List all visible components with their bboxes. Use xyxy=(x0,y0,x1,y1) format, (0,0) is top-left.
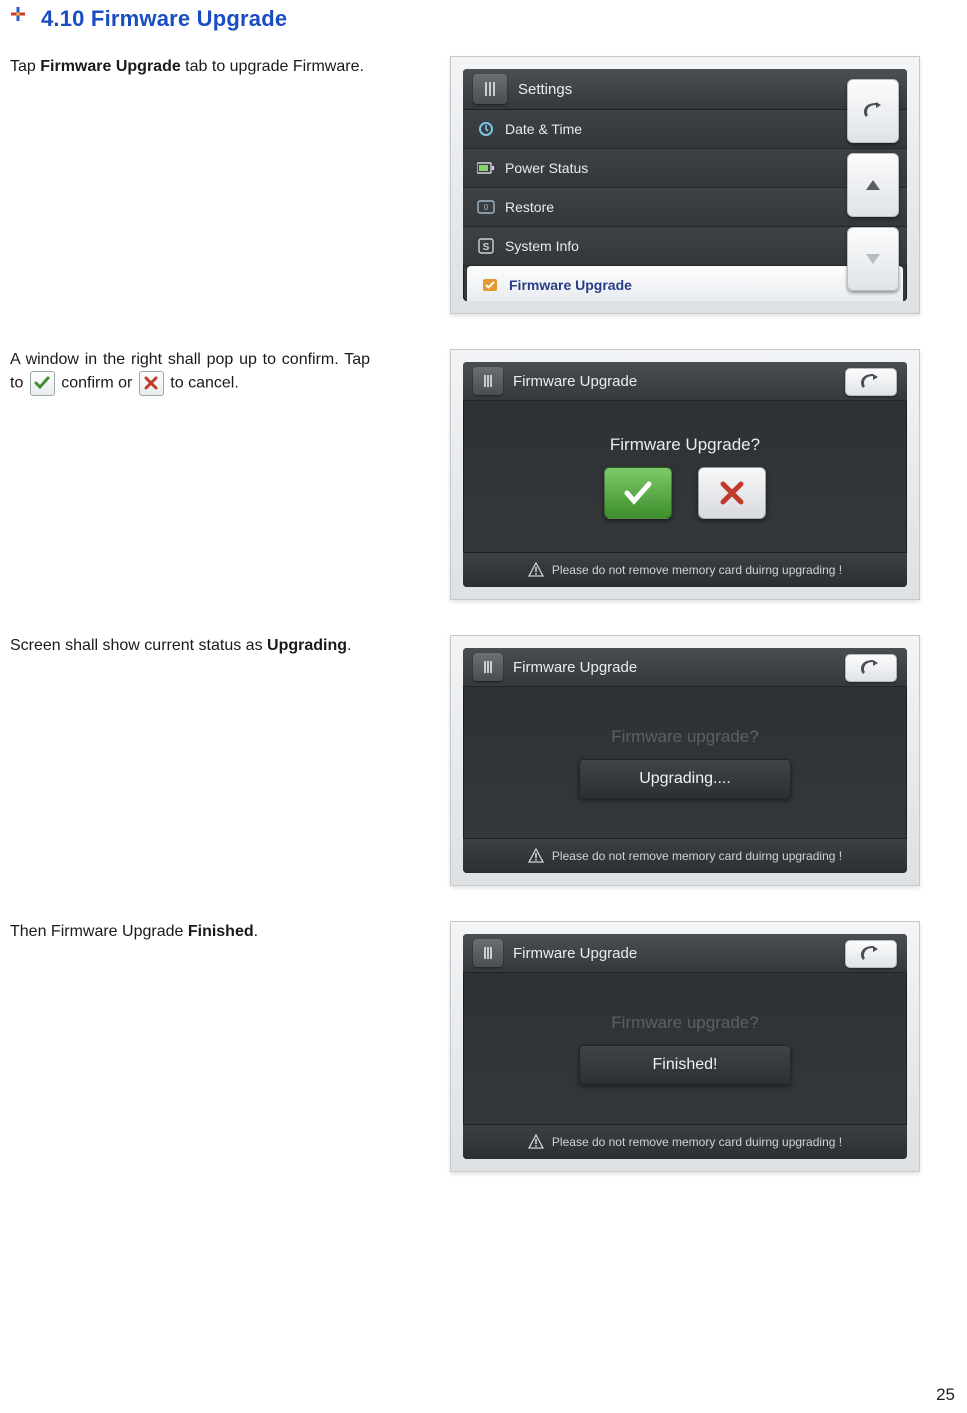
screenshot-confirm-dialog: Firmware Upgrade Firmware Upgrade? xyxy=(450,349,920,600)
dialog-question-faded: Firmware upgrade? xyxy=(611,727,758,747)
clock-icon xyxy=(477,120,495,138)
menu-item-restore[interactable]: 0 Restore xyxy=(463,188,907,227)
warning-icon xyxy=(528,562,544,578)
dialog-question: Firmware Upgrade? xyxy=(610,435,760,455)
dialog-footer: Please do not remove memory card duirng … xyxy=(463,838,907,873)
dialog-question-faded: Firmware upgrade? xyxy=(611,1013,758,1033)
restore-icon: 0 xyxy=(477,198,495,216)
firmware-upgrade-icon xyxy=(481,276,499,294)
menu-item-power-status[interactable]: Power Status xyxy=(463,149,907,188)
confirm-button[interactable] xyxy=(604,467,672,519)
system-info-icon: S xyxy=(477,237,495,255)
menu-item-date-time[interactable]: Date & Time xyxy=(463,110,907,149)
menu-item-firmware-upgrade[interactable]: Firmware Upgrade xyxy=(467,266,903,301)
back-button[interactable] xyxy=(845,368,897,396)
status-finished: Finished! xyxy=(579,1045,791,1085)
step3-text: Screen shall show current status as Upgr… xyxy=(10,635,370,886)
cancel-icon xyxy=(139,371,164,396)
dialog-header: Firmware Upgrade xyxy=(463,362,907,401)
screenshot-settings-menu: Settings Date & Time Power Status 0 Rest… xyxy=(450,56,920,314)
dialog-header: Firmware Upgrade xyxy=(463,648,907,687)
step4-text: Then Firmware Upgrade Finished. xyxy=(10,921,370,1172)
page-number: 25 xyxy=(936,1385,955,1405)
back-button[interactable] xyxy=(845,940,897,968)
drawer-handle-icon[interactable] xyxy=(473,74,507,104)
status-upgrading: Upgrading.... xyxy=(579,759,791,799)
step2-text: A window in the right shall pop up to co… xyxy=(10,349,370,600)
drawer-handle-icon[interactable] xyxy=(473,939,503,967)
dialog-footer: Please do not remove memory card duirng … xyxy=(463,552,907,587)
screenshot-finished: Firmware Upgrade Firmware upgrade? Finis… xyxy=(450,921,920,1172)
confirm-icon xyxy=(30,371,55,396)
heading-bullet-icon xyxy=(10,6,26,22)
back-button[interactable] xyxy=(845,654,897,682)
drawer-handle-icon[interactable] xyxy=(473,367,503,395)
settings-header: Settings xyxy=(463,69,907,110)
svg-text:0: 0 xyxy=(484,203,489,212)
dialog-header: Firmware Upgrade xyxy=(463,934,907,973)
section-heading: 4.10 Firmware Upgrade xyxy=(41,6,287,32)
battery-icon xyxy=(477,159,495,177)
step1-text: Tap Firmware Upgrade tab to upgrade Firm… xyxy=(10,56,370,314)
svg-text:S: S xyxy=(483,242,490,253)
screenshot-upgrading: Firmware Upgrade Firmware upgrade? Upgra… xyxy=(450,635,920,886)
drawer-handle-icon[interactable] xyxy=(473,653,503,681)
menu-item-system-info[interactable]: S System Info xyxy=(463,227,907,266)
back-button[interactable] xyxy=(847,79,899,143)
warning-icon xyxy=(528,848,544,864)
warning-icon xyxy=(528,1134,544,1150)
cancel-button[interactable] xyxy=(698,467,766,519)
scroll-down-button[interactable] xyxy=(847,227,899,291)
dialog-footer: Please do not remove memory card duirng … xyxy=(463,1124,907,1159)
scroll-up-button[interactable] xyxy=(847,153,899,217)
